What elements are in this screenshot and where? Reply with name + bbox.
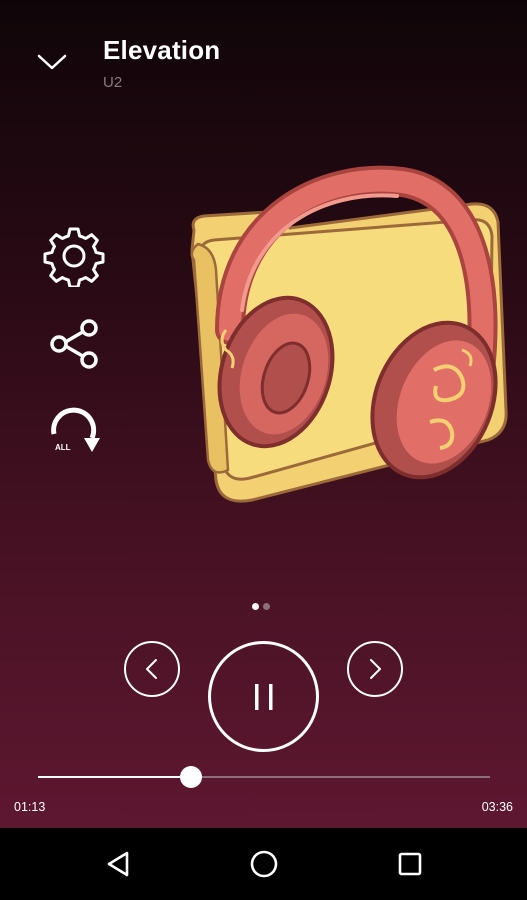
chevron-down-icon — [37, 54, 67, 70]
home-circle-icon — [250, 850, 278, 878]
collapse-button[interactable] — [30, 44, 74, 80]
chevron-left-icon — [146, 659, 157, 679]
nav-recents-button[interactable] — [390, 844, 430, 884]
total-time: 03:36 — [481, 800, 513, 814]
nav-back-button[interactable] — [98, 844, 138, 884]
next-button[interactable] — [347, 641, 403, 697]
nav-home-button[interactable] — [244, 844, 284, 884]
page-indicator — [252, 603, 270, 610]
now-playing-panel: Elevation U2 ALL 01:13 03:36 — [0, 0, 527, 828]
repeat-mode-label: ALL — [55, 443, 71, 452]
seek-thumb[interactable] — [180, 766, 202, 788]
share-icon — [50, 319, 98, 369]
seek-bar[interactable] — [38, 765, 490, 789]
elapsed-time: 01:13 — [14, 800, 46, 814]
repeat-all-icon: ALL — [51, 407, 100, 452]
page-dot — [263, 603, 270, 610]
back-triangle-icon — [107, 851, 129, 877]
music-player-screen: Elevation U2 ALL 01:13 03:36 — [0, 0, 527, 900]
chevron-right-icon — [370, 659, 381, 679]
folder-headphones-icon — [190, 165, 508, 503]
seek-progress — [38, 776, 191, 778]
gear-icon — [43, 227, 105, 287]
settings-button[interactable] — [42, 224, 106, 288]
page-dot-active — [252, 603, 259, 610]
track-title: Elevation — [103, 35, 221, 65]
play-pause-button[interactable] — [208, 641, 319, 752]
track-artist: U2 — [103, 74, 123, 91]
share-button[interactable] — [42, 312, 106, 376]
recents-square-icon — [398, 852, 422, 876]
previous-button[interactable] — [124, 641, 180, 697]
repeat-button[interactable]: ALL — [42, 400, 106, 464]
system-nav-bar — [0, 828, 527, 900]
pause-icon — [254, 683, 272, 710]
